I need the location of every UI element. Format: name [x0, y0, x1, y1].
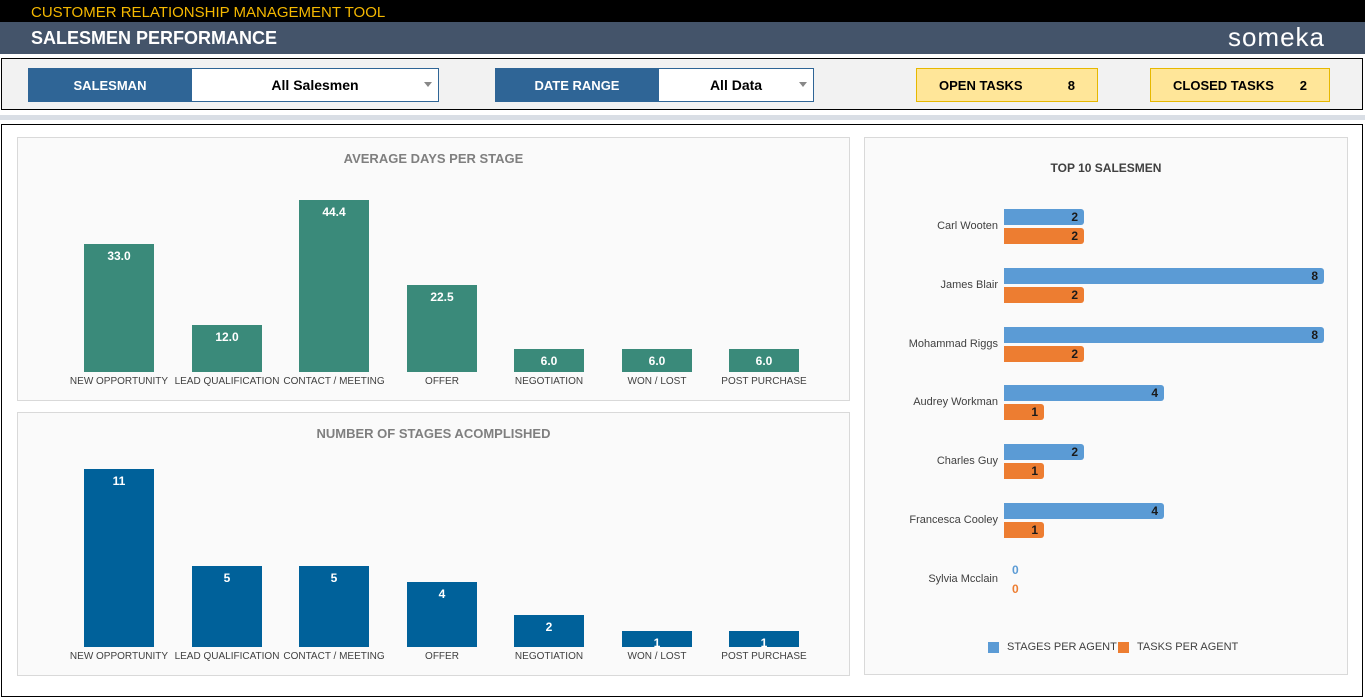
date-range-dropdown[interactable]: All Data	[658, 68, 814, 102]
tasks-bar: 1	[1004, 404, 1044, 421]
closed-tasks-label: CLOSED TASKS	[1173, 77, 1274, 93]
bar: 1	[622, 630, 692, 650]
closed-tasks-value: 2	[1299, 77, 1307, 93]
chart-title: TOP 10 SALESMEN	[1050, 161, 1162, 175]
bar: 2	[514, 614, 584, 647]
open-tasks-label: OPEN TASKS	[939, 77, 1023, 93]
avg-days-chart: AVERAGE DAYS PER STAGE 33.0 NEW OPPORTUNI…	[17, 137, 850, 401]
salesman-name: Carl Wooten	[937, 220, 998, 232]
chart-title: NUMBER OF STAGES ACOMPLISHED	[316, 426, 551, 441]
category-label: NEGOTIATION	[514, 651, 584, 662]
date-range-label: DATE RANGE	[495, 68, 659, 102]
category-label: NEW OPPORTUNITY	[69, 651, 169, 662]
stages-bar: 8	[1004, 326, 1324, 343]
legend-label: TASKS PER AGENT	[1137, 641, 1239, 653]
category-label: NEW OPPORTUNITY	[69, 376, 169, 387]
legend-swatch	[1118, 641, 1129, 653]
tasks-bar: 0	[1012, 581, 1019, 596]
category-label: CONTACT / MEETING	[283, 376, 385, 387]
legend-stages: STAGES PER AGENT	[988, 641, 1117, 653]
salesman-label: SALESMAN	[28, 68, 192, 102]
category-label: WON / LOST	[627, 651, 687, 662]
salesman-name: Charles Guy	[936, 455, 998, 468]
category-label: OFFER	[425, 651, 459, 662]
app-title: CUSTOMER RELATIONSHIP MANAGEMENT TOOL	[0, 0, 1365, 22]
stages-bar: 2	[1004, 209, 1084, 225]
bar: 6.0	[622, 348, 692, 372]
category-label: LEAD QUALIFICATION	[174, 651, 280, 662]
tasks-bar: 2	[1004, 286, 1084, 303]
salesman-name: Francesca Cooley	[909, 514, 998, 526]
stages-bar: 0	[1012, 562, 1019, 577]
stages-bar: 8	[1004, 267, 1324, 284]
category-label: WON / LOST	[627, 376, 687, 387]
chevron-down-icon	[424, 82, 432, 87]
category-label: CONTACT / MEETING	[283, 651, 385, 662]
tasks-bar: 2	[1004, 345, 1084, 362]
bar: 6.0	[514, 348, 584, 372]
bar: 6.0	[729, 348, 799, 372]
bar: 5	[192, 566, 262, 647]
salesman-value: All Salesmen	[271, 77, 359, 93]
salesman-name: Mohammad Riggs	[908, 337, 998, 350]
salesman-name: Sylvia Mcclain	[928, 572, 998, 585]
category-label: POST PURCHASE	[721, 376, 807, 387]
stages-bar: 4	[1004, 385, 1164, 402]
tasks-bar: 1	[1004, 522, 1044, 538]
category-label: LEAD QUALIFICATION	[174, 376, 280, 387]
date-range-value: All Data	[709, 77, 763, 93]
chevron-down-icon	[799, 82, 807, 87]
legend-swatch	[988, 641, 999, 653]
tasks-bar: 2	[1004, 228, 1084, 244]
bar: 44.4	[299, 199, 369, 372]
category-label: NEGOTIATION	[514, 376, 584, 387]
filter-panel: SALESMAN All Salesmen DATE RANGE All Dat…	[1, 58, 1363, 110]
salesman-dropdown[interactable]: All Salesmen	[191, 68, 439, 102]
bar: 5	[299, 566, 369, 647]
bar: 22.5	[407, 284, 477, 372]
category-label: OFFER	[425, 376, 459, 387]
tasks-bar: 1	[1004, 463, 1044, 480]
divider	[0, 115, 1365, 120]
bar: 11	[84, 468, 154, 647]
open-tasks-badge: OPEN TASKS 8	[916, 68, 1098, 102]
chart-title: AVERAGE DAYS PER STAGE	[343, 151, 524, 166]
someka-logo: someka	[1227, 22, 1325, 52]
page-title: SALESMEN PERFORMANCE	[0, 22, 1365, 54]
bar: 12.0	[192, 325, 262, 372]
salesman-name: Audrey Workman	[913, 396, 998, 409]
stages-accomplished-chart: NUMBER OF STAGES ACOMPLISHED 11 NEW OPPOR…	[17, 412, 850, 676]
legend-tasks: TASKS PER AGENT	[1118, 641, 1238, 653]
category-label: POST PURCHASE	[721, 651, 807, 662]
bar: 4	[407, 582, 477, 647]
top-salesmen-chart: TOP 10 SALESMEN STAGES PER AGENT TASKS P…	[864, 137, 1348, 675]
salesman-name: James Blair	[940, 278, 998, 291]
stages-bar: 2	[1004, 444, 1084, 461]
closed-tasks-badge: CLOSED TASKS 2	[1150, 68, 1330, 102]
bar: 33.0	[84, 243, 154, 372]
legend-label: STAGES PER AGENT	[1007, 641, 1117, 653]
stages-bar: 4	[1004, 503, 1164, 519]
open-tasks-value: 8	[1067, 77, 1075, 93]
bar: 1	[729, 630, 799, 650]
